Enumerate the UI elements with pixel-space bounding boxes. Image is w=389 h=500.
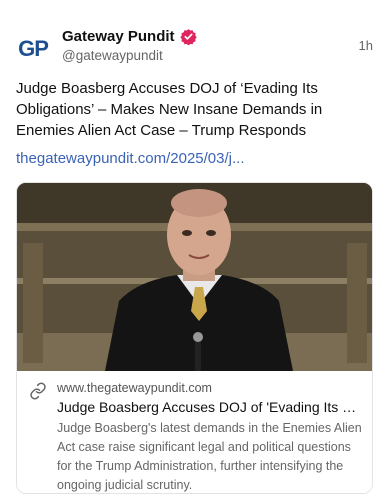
verified-badge-icon: [179, 29, 197, 45]
card-description: Judge Boasberg's latest demands in the E…: [57, 421, 362, 492]
post[interactable]: GP Gateway Pundit @gatewaypundit 1h Judg…: [0, 0, 389, 500]
card-domain: www.thegatewaypundit.com: [57, 381, 212, 395]
card-body[interactable]: www.thegatewaypundit.com Judge Boasberg …: [17, 373, 372, 493]
account-handle[interactable]: @gatewaypundit: [62, 48, 163, 63]
post-text: Judge Boasberg Accuses DOJ of ‘Evading I…: [16, 80, 323, 139]
post-link[interactable]: thegatewaypundit.com/2025/03/j...: [16, 150, 245, 167]
card-image[interactable]: [17, 183, 372, 371]
post-timestamp[interactable]: 1h: [359, 38, 373, 53]
display-name[interactable]: Gateway Pundit: [62, 28, 175, 45]
card-title[interactable]: Judge Boasberg Accuses DOJ of 'Evading I…: [57, 399, 367, 415]
link-preview-card[interactable]: www.thegatewaypundit.com Judge Boasberg …: [16, 182, 373, 494]
link-icon: [30, 382, 46, 400]
avatar[interactable]: GP: [16, 32, 50, 66]
avatar-logo-text: GP: [18, 36, 49, 61]
judge-photo: [17, 183, 372, 371]
post-header: GP Gateway Pundit @gatewaypundit 1h: [16, 28, 373, 68]
name-row: Gateway Pundit: [62, 28, 197, 45]
